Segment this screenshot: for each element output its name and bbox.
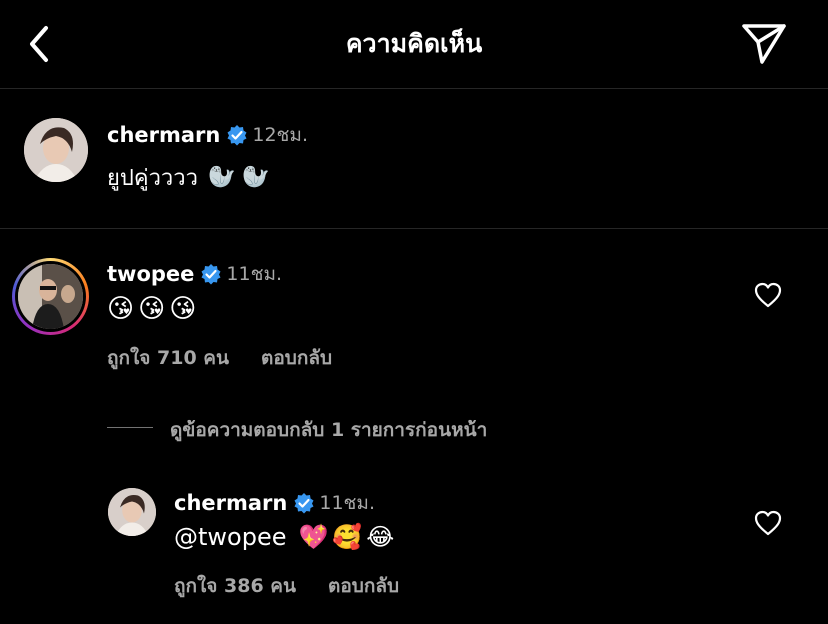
avatar-photo — [18, 264, 83, 329]
avatar-story-ring[interactable] — [12, 258, 89, 335]
avatar-photo — [24, 118, 88, 182]
header-divider — [0, 88, 828, 89]
like-button[interactable] — [754, 510, 782, 536]
comment-header: twopee 11ชม. — [107, 259, 282, 289]
reply-username[interactable]: chermarn — [174, 491, 287, 515]
reply-reply-button[interactable]: ตอบกลับ — [328, 571, 399, 601]
avatar — [18, 264, 83, 329]
share-button[interactable] — [740, 20, 788, 66]
caption-body: ยูปคู่วววว — [107, 166, 198, 191]
reply-time: 11ชม. — [319, 492, 375, 514]
reply-body: @twopee 💖🥰😂 — [174, 523, 398, 551]
caption-time: 12ชม. — [252, 124, 308, 146]
heart-icon — [754, 510, 782, 536]
mention-link[interactable]: @twopee — [174, 523, 287, 551]
view-replies-line — [107, 427, 153, 428]
reply-likes[interactable]: ถูกใจ 386 คน — [174, 571, 296, 601]
page-title: ความคิดเห็น — [345, 29, 483, 58]
paper-plane-icon — [742, 24, 786, 64]
caption-divider — [0, 228, 828, 229]
caption-header: chermarn 12ชม. — [107, 120, 308, 150]
reaction-emojis: 💖🥰😂 — [298, 523, 399, 551]
verified-icon — [201, 264, 221, 285]
like-button[interactable] — [754, 282, 782, 308]
kiss-emoji: 😘😘😘 — [107, 294, 201, 324]
comment-likes[interactable]: ถูกใจ 710 คน — [107, 343, 229, 373]
avatar-photo — [108, 488, 156, 536]
seal-emoji: 🦭 🦭 — [208, 165, 270, 190]
view-replies-link[interactable]: ดูข้อความตอบกลับ 1 รายการก่อนหน้า — [170, 415, 487, 445]
caption-username[interactable]: chermarn — [107, 123, 220, 147]
comment-reply-button[interactable]: ตอบกลับ — [261, 343, 332, 373]
reply-meta: ถูกใจ 386 คน ตอบกลับ — [174, 571, 399, 601]
verified-icon — [294, 493, 314, 514]
comment-body: 😘😘😘 — [107, 294, 200, 324]
avatar[interactable] — [108, 488, 156, 536]
comment-time: 11ชม. — [226, 263, 283, 285]
avatar[interactable] — [24, 118, 88, 182]
comment-meta: ถูกใจ 710 คน ตอบกลับ — [107, 343, 332, 373]
reply-header: chermarn 11ชม. — [174, 488, 375, 518]
comment-username[interactable]: twopee — [107, 262, 194, 286]
verified-icon — [227, 125, 247, 146]
heart-icon — [754, 282, 782, 308]
caption-text: ยูปคู่วววว 🦭 🦭 — [107, 160, 270, 195]
